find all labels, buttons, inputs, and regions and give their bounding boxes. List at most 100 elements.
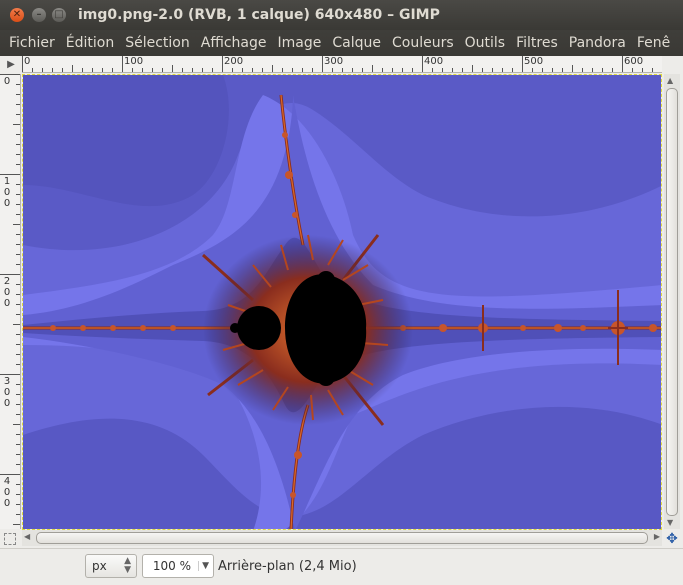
hruler-tick <box>212 68 213 72</box>
vruler-tick <box>16 404 20 405</box>
hruler-tick <box>462 68 463 72</box>
hruler-tick <box>372 65 373 72</box>
hruler-label-600: 600 <box>624 56 644 67</box>
vertical-ruler[interactable]: 0 100 200 300 400 <box>0 74 21 529</box>
hruler-tick <box>472 65 473 72</box>
hruler-label-0: 0 <box>24 56 31 67</box>
vruler-tick <box>16 104 20 105</box>
menu-selection[interactable]: Sélection <box>120 30 196 56</box>
scroll-left-icon[interactable]: ◀ <box>24 532 30 541</box>
vruler-tick <box>0 74 20 75</box>
horizontal-ruler[interactable]: 0 100 200 300 400 500 600 <box>22 56 662 73</box>
zoom-selector[interactable]: 100 % ▼ <box>142 554 214 578</box>
hruler-tick <box>222 56 223 72</box>
hruler-tick <box>182 68 183 72</box>
hruler-tick <box>62 68 63 72</box>
vruler-label-400: 400 <box>3 476 11 509</box>
hruler-tick <box>482 68 483 72</box>
vruler-tick <box>16 244 20 245</box>
minimize-window-button[interactable]: – <box>32 8 46 22</box>
image-canvas[interactable] <box>22 74 662 530</box>
quick-mask-icon[interactable] <box>4 533 16 545</box>
hruler-tick <box>282 68 283 72</box>
vruler-tick <box>13 524 20 525</box>
vruler-tick <box>16 164 20 165</box>
title-bar: ✕ – □ img0.png-2.0 (RVB, 1 calque) 640x4… <box>0 0 683 30</box>
vruler-tick <box>13 424 20 425</box>
vruler-tick <box>16 284 20 285</box>
vruler-tick <box>16 494 20 495</box>
unit-selector[interactable]: px ▲ ▼ <box>85 554 137 578</box>
scroll-right-icon[interactable]: ▶ <box>654 532 660 541</box>
vruler-tick <box>16 134 20 135</box>
hruler-tick <box>332 68 333 72</box>
scroll-down-icon[interactable]: ▼ <box>667 518 673 527</box>
vruler-tick <box>16 264 20 265</box>
hruler-tick <box>512 68 513 72</box>
spinner-icon: ▲ ▼ <box>124 556 131 575</box>
hruler-tick <box>652 68 653 72</box>
menu-calque[interactable]: Calque <box>327 30 387 56</box>
chevron-down-icon[interactable]: ▼ <box>198 561 209 571</box>
vruler-tick <box>16 154 20 155</box>
hruler-tick <box>552 68 553 72</box>
hruler-tick <box>32 68 33 72</box>
menu-fichier[interactable]: Fichier <box>0 30 61 56</box>
hruler-tick <box>432 68 433 72</box>
menu-affichage[interactable]: Affichage <box>196 30 273 56</box>
vertical-scroll-thumb[interactable] <box>666 88 678 516</box>
vruler-tick <box>16 414 20 415</box>
hruler-tick <box>232 68 233 72</box>
navigate-icon[interactable]: ✥ <box>664 531 680 547</box>
vruler-tick <box>16 144 20 145</box>
hruler-tick <box>362 68 363 72</box>
hruler-tick <box>492 68 493 72</box>
maximize-window-button[interactable]: □ <box>52 8 66 22</box>
vruler-tick <box>16 354 20 355</box>
vruler-tick <box>13 324 20 325</box>
hruler-tick <box>582 68 583 72</box>
pointer-menu-icon[interactable]: ▶ <box>4 58 18 72</box>
vertical-scrollbar[interactable]: ▲ ▼ <box>664 74 680 529</box>
vruler-tick <box>13 224 20 225</box>
vruler-tick <box>16 184 20 185</box>
horizontal-scrollbar[interactable]: ◀ ▶ <box>22 530 662 546</box>
vruler-tick <box>16 364 20 365</box>
menu-outils[interactable]: Outils <box>460 30 511 56</box>
menu-couleurs[interactable]: Couleurs <box>387 30 460 56</box>
hruler-tick <box>292 68 293 72</box>
hruler-tick <box>42 68 43 72</box>
vruler-tick <box>16 304 20 305</box>
hruler-tick <box>252 68 253 72</box>
menu-edition[interactable]: Édition <box>61 30 120 56</box>
hruler-tick <box>442 68 443 72</box>
hruler-tick <box>322 56 323 72</box>
hruler-tick <box>202 68 203 72</box>
vruler-tick <box>16 434 20 435</box>
vruler-tick <box>16 234 20 235</box>
hruler-tick <box>242 68 243 72</box>
menu-fenetres[interactable]: Fenê <box>632 30 676 56</box>
vruler-label-0: 0 <box>3 76 11 87</box>
menu-pandora[interactable]: Pandora <box>564 30 632 56</box>
hruler-tick <box>52 68 53 72</box>
hruler-tick <box>522 56 523 72</box>
hruler-tick <box>92 68 93 72</box>
hruler-tick <box>572 65 573 72</box>
vruler-tick <box>16 344 20 345</box>
hruler-tick <box>642 68 643 72</box>
menu-filtres[interactable]: Filtres <box>511 30 564 56</box>
scroll-up-icon[interactable]: ▲ <box>667 76 673 85</box>
hruler-tick <box>542 68 543 72</box>
close-window-button[interactable]: ✕ <box>10 8 24 22</box>
vruler-tick <box>16 514 20 515</box>
vruler-tick <box>16 294 20 295</box>
vruler-tick <box>16 454 20 455</box>
hruler-tick <box>262 68 263 72</box>
hruler-label-200: 200 <box>224 56 244 67</box>
horizontal-scroll-thumb[interactable] <box>36 532 648 544</box>
hruler-tick <box>312 68 313 72</box>
zoom-value: 100 % <box>152 559 191 573</box>
vruler-label-300: 300 <box>3 376 11 409</box>
menu-image[interactable]: Image <box>273 30 328 56</box>
